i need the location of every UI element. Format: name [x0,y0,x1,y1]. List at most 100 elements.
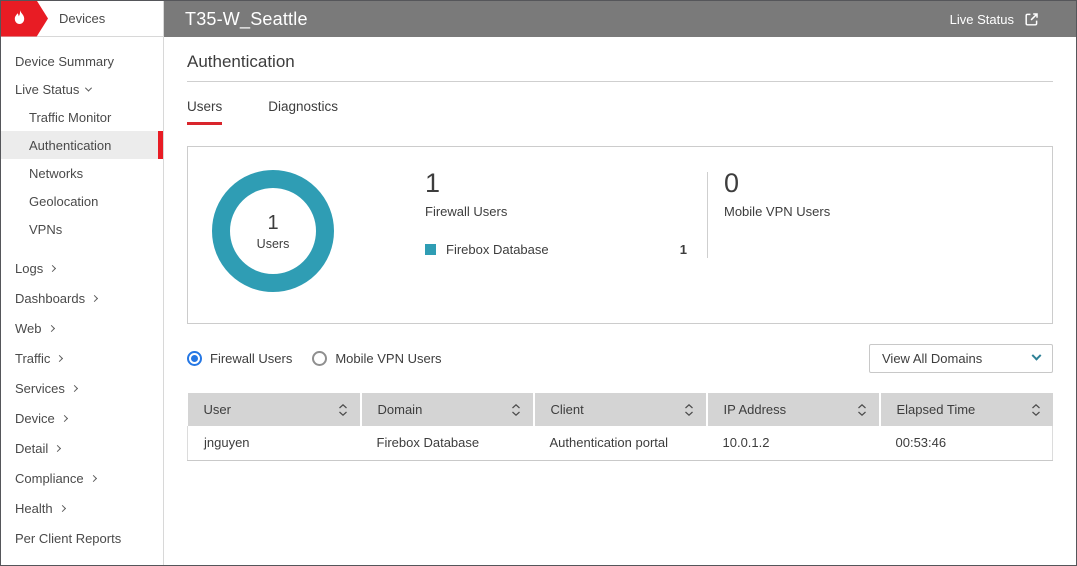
sidebar-item-label: Dashboards [15,291,85,306]
sidebar-item-health[interactable]: Health [1,493,163,523]
tab-diagnostics[interactable]: Diagnostics [268,99,338,125]
sidebar-item-device-summary[interactable]: Device Summary [1,47,163,75]
sidebar-item-label: Live Status [15,82,79,97]
sidebar-item-dashboards[interactable]: Dashboards [1,283,163,313]
sidebar-item-detail[interactable]: Detail [1,433,163,463]
app-window: Devices Device Summary Live Status Traff… [0,0,1077,566]
sidebar-item-label: Logs [15,261,43,276]
mobile-vpn-users-count: 0 [724,170,830,197]
cell-client: Authentication portal [534,426,707,460]
legend-value: 1 [680,242,687,257]
sort-icon[interactable] [511,403,521,417]
radio-label: Mobile VPN Users [335,351,441,366]
sidebar-item-live-status[interactable]: Live Status [1,75,163,103]
sidebar-item-label: Networks [29,166,83,181]
column-label: IP Address [724,402,787,417]
donut-label: Users [257,237,290,251]
domain-select-value: View All Domains [882,351,982,366]
donut-value: 1 [267,212,278,235]
content: Authentication Users Diagnostics 1 Users… [164,37,1076,461]
live-status-label: Live Status [950,12,1014,27]
radio-label: Firewall Users [210,351,292,366]
view-all-domains-select[interactable]: View All Domains [869,344,1053,373]
sidebar-item-label: Per Client Reports [15,531,121,546]
sidebar-item-vpns[interactable]: VPNs [1,215,163,243]
sidebar-item-traffic-monitor[interactable]: Traffic Monitor [1,103,163,131]
sort-icon[interactable] [338,403,348,417]
sidebar-item-geolocation[interactable]: Geolocation [1,187,163,215]
column-header-ip-address[interactable]: IP Address [707,393,880,426]
sidebar-item-services[interactable]: Services [1,373,163,403]
sidebar-item-logs[interactable]: Logs [1,253,163,283]
page-title: Authentication [187,52,1053,82]
tab-bar: Users Diagnostics [187,99,1053,125]
column-label: Client [551,402,584,417]
sidebar-nav: Device Summary Live Status Traffic Monit… [1,37,163,553]
radio-mobile-vpn-users[interactable]: Mobile VPN Users [312,351,441,366]
chevron-down-icon [85,84,92,91]
sidebar-item-device[interactable]: Device [1,403,163,433]
sort-icon[interactable] [684,403,694,417]
mobile-vpn-users-label: Mobile VPN Users [724,204,830,219]
radio-selected-icon[interactable] [187,351,202,366]
legend-item: Firebox Database 1 [425,242,687,257]
chevron-right-icon [61,414,68,421]
chevron-right-icon [47,324,54,331]
column-header-client[interactable]: Client [534,393,707,426]
sort-icon[interactable] [857,403,867,417]
legend-label: Firebox Database [446,242,549,257]
firewall-users-label: Firewall Users [425,204,687,219]
chevron-right-icon [54,444,61,451]
chevron-right-icon [71,384,78,391]
brand-pennant [1,1,48,37]
sidebar-item-web[interactable]: Web [1,313,163,343]
cell-user: jnguyen [188,426,361,460]
topbar: T35-W_Seattle Live Status [164,1,1076,37]
chevron-right-icon [91,294,98,301]
sidebar-item-label: Traffic [15,351,50,366]
sidebar-item-per-client-reports[interactable]: Per Client Reports [1,523,163,553]
users-summary-card: 1 Users 1 Firewall Users Firebox Databas… [187,146,1053,324]
table-row: jnguyen Firebox Database Authentication … [188,426,1053,460]
sidebar-item-label: Device [15,411,55,426]
sidebar-header[interactable]: Devices [1,1,163,37]
tab-users[interactable]: Users [187,99,222,125]
sidebar-item-networks[interactable]: Networks [1,159,163,187]
radio-unselected-icon[interactable] [312,351,327,366]
sidebar-item-label: Device Summary [15,54,114,69]
main-area: T35-W_Seattle Live Status Authentication… [164,1,1076,565]
chevron-right-icon [49,264,56,271]
cell-domain: Firebox Database [361,426,534,460]
column-header-elapsed-time[interactable]: Elapsed Time [880,393,1053,426]
sidebar-item-compliance[interactable]: Compliance [1,463,163,493]
devices-label: Devices [59,11,105,26]
radio-firewall-users[interactable]: Firewall Users [187,351,292,366]
users-table: User Domain Client IP Address Elapsed Ti… [187,393,1053,461]
firewall-users-summary: 1 Firewall Users Firebox Database 1 [425,170,707,323]
sidebar-item-label: Services [15,381,65,396]
chevron-right-icon [90,474,97,481]
flame-icon [12,9,27,28]
table-header-row: User Domain Client IP Address Elapsed Ti… [188,393,1053,426]
sidebar-item-label: VPNs [29,222,62,237]
sidebar-item-traffic[interactable]: Traffic [1,343,163,373]
sidebar-item-label: Compliance [15,471,84,486]
column-header-domain[interactable]: Domain [361,393,534,426]
sidebar-item-label: Authentication [29,138,111,153]
sidebar: Devices Device Summary Live Status Traff… [1,1,164,565]
column-header-user[interactable]: User [188,393,361,426]
cell-ip-address: 10.0.1.2 [707,426,880,460]
sidebar-item-label: Health [15,501,53,516]
chevron-down-icon [1032,351,1042,361]
sidebar-item-label: Web [15,321,42,336]
device-title: T35-W_Seattle [185,9,308,30]
live-status-link[interactable]: Live Status [950,11,1040,28]
sort-icon[interactable] [1031,403,1041,417]
sidebar-item-authentication[interactable]: Authentication [1,131,163,159]
legend-swatch-icon [425,244,436,255]
filter-row: Firewall Users Mobile VPN Users View All… [187,344,1053,373]
sidebar-item-label: Detail [15,441,48,456]
mobile-vpn-users-summary: 0 Mobile VPN Users [708,170,830,323]
chevron-right-icon [56,354,63,361]
column-label: User [204,402,231,417]
